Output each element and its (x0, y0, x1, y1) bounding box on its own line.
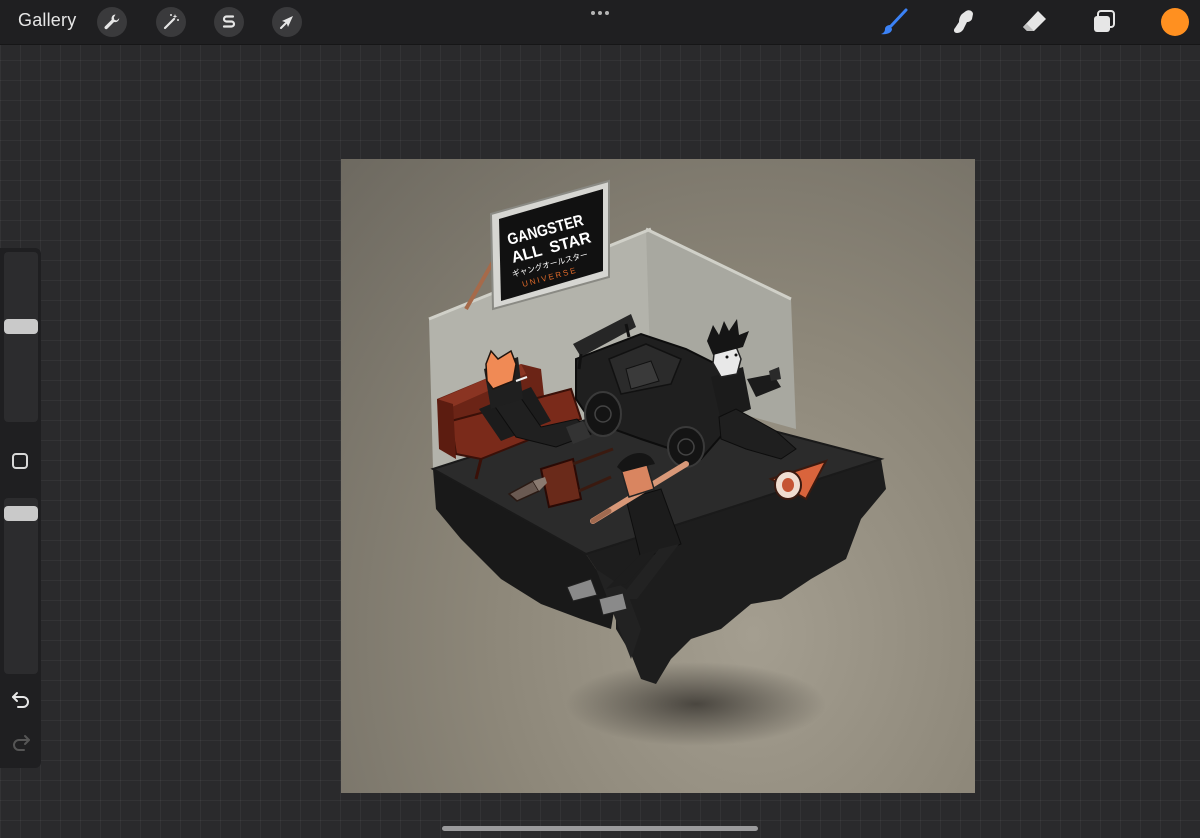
left-sidebar (0, 248, 41, 768)
brush-size-slider[interactable] (4, 252, 38, 422)
actions-button[interactable] (97, 7, 127, 37)
opacity-slider[interactable] (4, 498, 38, 674)
brush-tool-button[interactable] (878, 6, 910, 38)
brush-icon (881, 8, 908, 35)
adjustments-button[interactable] (156, 7, 186, 37)
redo-icon[interactable] (10, 733, 32, 751)
opacity-slider-thumb[interactable] (4, 506, 38, 522)
top-toolbar: Gallery (0, 0, 1200, 45)
drawing-canvas[interactable]: GANGSTER ALL STAR ギャングオールスター UNIVERSE (341, 159, 975, 793)
home-indicator (442, 826, 758, 831)
layers-button[interactable] (1088, 6, 1120, 38)
eraser-icon (1023, 11, 1046, 31)
selection-s-icon (222, 15, 236, 28)
wrench-icon (104, 14, 120, 30)
smudge-icon (953, 10, 973, 33)
more-options-icon[interactable] (589, 8, 611, 18)
smudge-tool-button[interactable] (948, 6, 980, 38)
eraser-tool-button[interactable] (1018, 6, 1050, 38)
transform-arrow-icon (280, 16, 293, 29)
selection-button[interactable] (214, 7, 244, 37)
brush-size-slider-thumb[interactable] (4, 318, 38, 334)
modify-square-icon[interactable] (12, 453, 28, 469)
floating-shadow (566, 662, 826, 746)
color-picker-button[interactable] (1161, 8, 1189, 36)
transform-button[interactable] (272, 7, 302, 37)
magic-wand-icon (163, 14, 179, 30)
undo-icon[interactable] (10, 690, 32, 708)
gallery-button[interactable]: Gallery (18, 10, 76, 31)
layers-icon (1094, 10, 1115, 32)
artwork-illustration: GANGSTER ALL STAR ギャングオールスター UNIVERSE (428, 179, 886, 746)
